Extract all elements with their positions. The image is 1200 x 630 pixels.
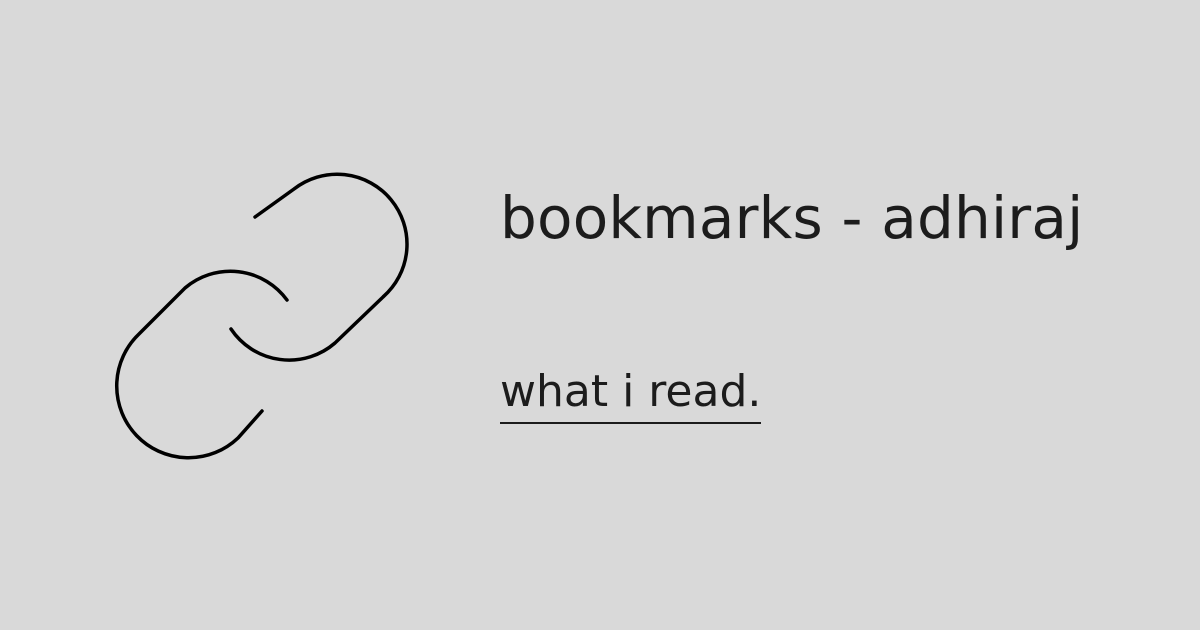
link-icon [100,160,420,470]
page-title: bookmarks - adhiraj [500,184,1084,252]
subtitle-link[interactable]: what i read. [500,364,762,424]
